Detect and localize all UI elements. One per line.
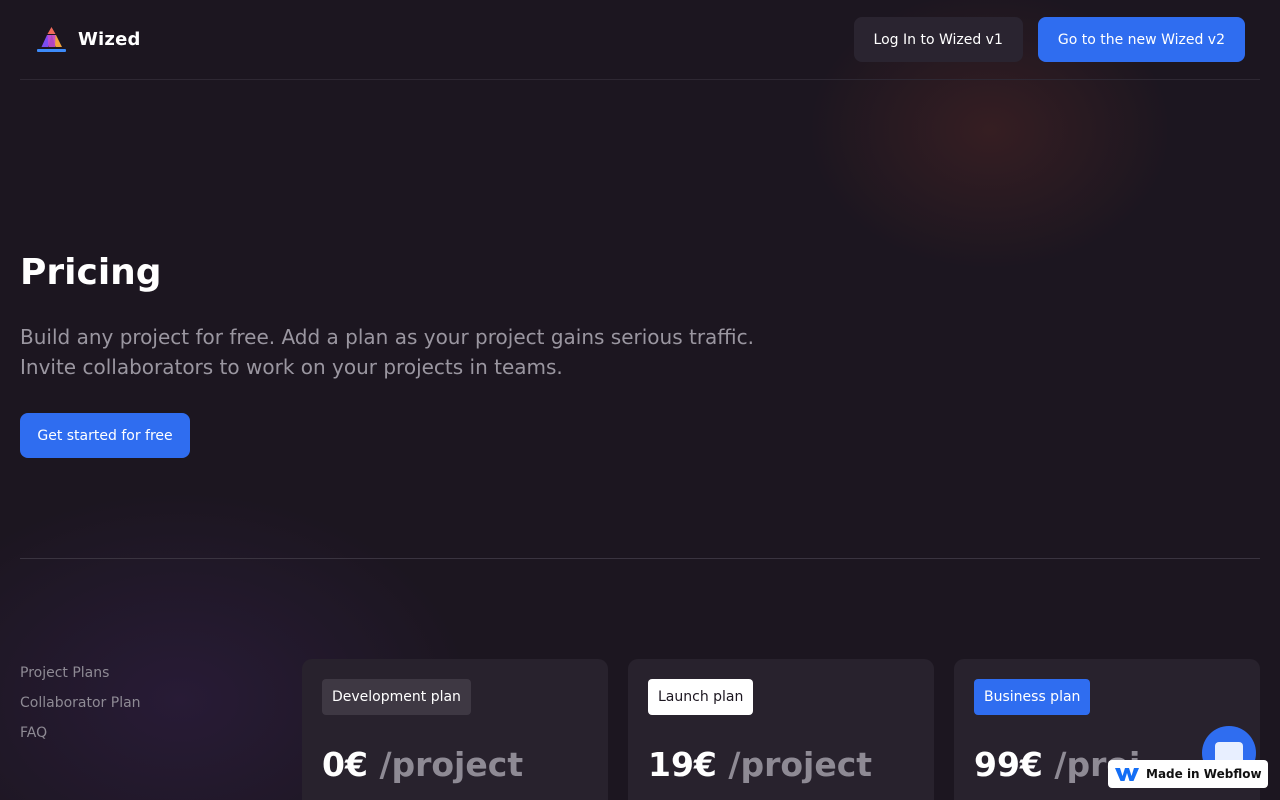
- brand-link[interactable]: Wized: [35, 25, 141, 55]
- plan-tag: Business plan: [974, 679, 1091, 715]
- get-started-button[interactable]: Get started for free: [20, 413, 190, 458]
- header-actions: Log In to Wized v1 Go to the new Wized v…: [853, 17, 1245, 62]
- launch-plan-card: Launch plan 19€ /project: [628, 659, 934, 800]
- plan-tag: Development plan: [322, 679, 471, 715]
- price-amount: 0€: [322, 745, 368, 784]
- webflow-logo-icon: [1115, 768, 1139, 781]
- side-nav-item-faq[interactable]: FAQ: [20, 718, 141, 748]
- price-unit: /project: [728, 745, 873, 784]
- plan-price: 0€ /project: [322, 745, 523, 784]
- price-amount: 99€: [974, 745, 1043, 784]
- made-in-webflow-badge[interactable]: Made in Webflow: [1108, 760, 1268, 788]
- pricing-side-nav: Project Plans Collaborator Plan FAQ: [20, 658, 141, 748]
- pricing-page: Wized Log In to Wized v1 Go to the new W…: [0, 0, 1280, 800]
- login-v1-button[interactable]: Log In to Wized v1: [853, 17, 1023, 62]
- hero-description: Build any project for free. Add a plan a…: [20, 325, 754, 379]
- price-amount: 19€: [648, 745, 717, 784]
- brand-name: Wized: [78, 29, 141, 50]
- badge-label: Made in Webflow: [1146, 767, 1262, 781]
- section-divider: [20, 558, 1260, 559]
- development-plan-card: Development plan 0€ /project: [302, 659, 608, 800]
- plan-price: 19€ /project: [648, 745, 872, 784]
- side-nav-item-collaborator-plan[interactable]: Collaborator Plan: [20, 688, 141, 718]
- side-nav-item-project-plans[interactable]: Project Plans: [20, 658, 141, 688]
- page-title: Pricing: [20, 252, 162, 293]
- price-unit: /project: [379, 745, 524, 784]
- plan-tag: Launch plan: [648, 679, 754, 715]
- go-to-v2-button[interactable]: Go to the new Wized v2: [1037, 17, 1245, 62]
- wized-logo-icon: [37, 26, 66, 52]
- site-header: Wized Log In to Wized v1 Go to the new W…: [20, 0, 1260, 80]
